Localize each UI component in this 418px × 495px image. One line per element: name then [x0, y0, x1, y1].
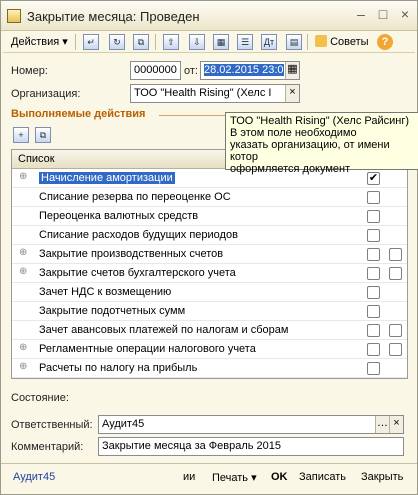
- execute-checkbox[interactable]: [367, 248, 380, 261]
- maximize-button[interactable]: □: [375, 7, 391, 23]
- ok-button[interactable]: OK: [271, 471, 288, 483]
- help-icon[interactable]: ?: [377, 34, 393, 50]
- actions-table: Список ⊕ Начисление амортизации ✔ Списание …: [11, 149, 408, 379]
- clear-icon[interactable]: ×: [285, 85, 299, 102]
- execute-checkbox[interactable]: [367, 324, 380, 337]
- table-row[interactable]: Переоценка валютных средств: [12, 207, 407, 226]
- number-label: Номер:: [11, 65, 48, 77]
- toolbar-separator: [307, 34, 308, 50]
- toolbar-separator: [75, 34, 76, 50]
- table-row[interactable]: ⊕ Расчеты по налогу на прибыль: [12, 359, 407, 378]
- table-row[interactable]: Списание расходов будущих периодов: [12, 226, 407, 245]
- chevron-down-icon: ▾: [62, 36, 68, 48]
- close-button[interactable]: Закрыть: [361, 471, 403, 483]
- column-header-list: Список: [18, 153, 55, 165]
- execute-checkbox[interactable]: [367, 286, 380, 299]
- comment-field[interactable]: Закрытие месяца за Февраль 2015: [98, 437, 404, 456]
- execute-checkbox[interactable]: [367, 343, 380, 356]
- refresh-icon[interactable]: ↻: [109, 34, 125, 50]
- calendar-icon[interactable]: ▦: [285, 62, 299, 79]
- user-link[interactable]: Аудит45: [13, 471, 55, 483]
- add-row-icon[interactable]: +: [13, 127, 29, 143]
- option-checkbox[interactable]: [389, 343, 402, 356]
- row-label: Закрытие счетов бухгалтерского учета: [39, 267, 236, 279]
- number-field[interactable]: 0000000: [130, 61, 181, 80]
- organization-field[interactable]: ТОО "Health Rising" (Хелс I ×: [130, 84, 300, 103]
- tips-icon: [315, 35, 327, 47]
- execute-checkbox[interactable]: [367, 210, 380, 223]
- bottom-bar: Аудит45 ии Печать ▾ OK Записать Закрыть: [1, 463, 417, 491]
- document-window: Закрытие месяца: Проведен – □ × Действия…: [0, 0, 418, 495]
- tips-button[interactable]: Советы: [315, 33, 369, 51]
- date-label: от:: [184, 65, 198, 77]
- print-button[interactable]: Печать ▾: [212, 471, 257, 484]
- actions-menu-button[interactable]: Действия ▾: [7, 33, 72, 51]
- row-label: Начисление амортизации: [39, 172, 175, 184]
- tooltip-line: В этом поле необходимо: [230, 127, 357, 139]
- organization-label: Организация:: [11, 88, 81, 100]
- table-row[interactable]: ⊕ Регламентные операции налогового учета: [12, 340, 407, 359]
- minimize-button[interactable]: –: [353, 7, 369, 23]
- row-label: Списание резерва по переоценке ОС: [39, 191, 231, 203]
- list-icon[interactable]: ☰: [237, 34, 253, 50]
- expand-icon[interactable]: ⊕: [19, 248, 28, 258]
- section-title: Выполняемые действия: [11, 108, 146, 120]
- misc-label[interactable]: ии: [183, 471, 195, 483]
- responsible-field[interactable]: Аудит45 … ×: [98, 415, 404, 434]
- structure-icon[interactable]: ▦: [213, 34, 229, 50]
- state-label: Состояние:: [11, 392, 69, 404]
- responsible-label: Ответственный:: [11, 419, 93, 431]
- row-label: Закрытие производственных счетов: [39, 248, 224, 260]
- table-row[interactable]: Зачет НДС к возмещению: [12, 283, 407, 302]
- date-field[interactable]: 28.02.2015 23:0 ▦: [200, 61, 300, 80]
- close-window-button[interactable]: ×: [397, 7, 413, 23]
- table-row[interactable]: ⊕ Закрытие производственных счетов: [12, 245, 407, 264]
- expand-icon[interactable]: ⊕: [19, 267, 28, 277]
- expand-icon[interactable]: ⊕: [19, 362, 28, 372]
- row-label: Регламентные операции налогового учета: [39, 343, 256, 355]
- clear-icon[interactable]: ×: [389, 416, 403, 433]
- toolbar-separator: [155, 34, 156, 50]
- toolbar: Действия ▾ ↵ ↻ ⧉ ⇧ ⇩ ▦ ☰ Дт ▤ Советы ?: [3, 31, 415, 53]
- option-checkbox[interactable]: [389, 324, 402, 337]
- row-label: Зачет авансовых платежей по налогам и сб…: [39, 324, 289, 336]
- debit-credit-icon[interactable]: Дт: [261, 34, 277, 50]
- table-body: ⊕ Начисление амортизации ✔ Списание резерва…: [12, 169, 407, 378]
- tooltip-line: ТОО "Health Rising" (Хелс Райсинг): [230, 115, 410, 127]
- row-label: Расчеты по налогу на прибыль: [39, 362, 198, 374]
- table-row[interactable]: ⊕ Закрытие счетов бухгалтерского учета: [12, 264, 407, 283]
- option-checkbox[interactable]: [389, 267, 402, 280]
- table-row[interactable]: Списание резерва по переоценке ОС: [12, 188, 407, 207]
- table-row[interactable]: Закрытие подотчетных сумм: [12, 302, 407, 321]
- select-icon[interactable]: …: [375, 416, 389, 433]
- save-button[interactable]: Записать: [299, 471, 346, 483]
- chevron-down-icon: ▾: [251, 472, 257, 484]
- expand-icon[interactable]: ⊕: [19, 172, 28, 182]
- execute-checkbox[interactable]: [367, 229, 380, 242]
- row-label: Закрытие подотчетных сумм: [39, 305, 186, 317]
- execute-checkbox[interactable]: [367, 305, 380, 318]
- execute-checkbox[interactable]: [367, 267, 380, 280]
- option-checkbox[interactable]: [389, 248, 402, 261]
- comment-label: Комментарий:: [11, 441, 84, 453]
- expand-icon[interactable]: ⊕: [19, 343, 28, 353]
- copy-row-icon[interactable]: ⧉: [35, 127, 51, 143]
- document-icon: [7, 9, 21, 23]
- table-row[interactable]: Зачет авансовых платежей по налогам и сб…: [12, 321, 407, 340]
- copy-icon[interactable]: ⧉: [133, 34, 149, 50]
- window-title: Закрытие месяца: Проведен: [27, 9, 200, 24]
- execute-checkbox[interactable]: [367, 362, 380, 375]
- execute-checkbox[interactable]: [367, 191, 380, 204]
- organization-tooltip: ТОО "Health Rising" (Хелс Райсинг) В это…: [225, 112, 418, 175]
- upload-icon[interactable]: ⇧: [163, 34, 179, 50]
- row-label: Переоценка валютных средств: [39, 210, 199, 222]
- report-icon[interactable]: ▤: [286, 34, 302, 50]
- post-document-icon[interactable]: ↵: [83, 34, 99, 50]
- download-icon[interactable]: ⇩: [189, 34, 205, 50]
- tooltip-line: оформляется документ: [230, 163, 351, 175]
- title-bar[interactable]: Закрытие месяца: Проведен – □ ×: [1, 1, 417, 31]
- tooltip-line: указать организацию, от имени котор: [230, 139, 390, 163]
- row-label: Списание расходов будущих периодов: [39, 229, 238, 241]
- row-label: Зачет НДС к возмещению: [39, 286, 172, 298]
